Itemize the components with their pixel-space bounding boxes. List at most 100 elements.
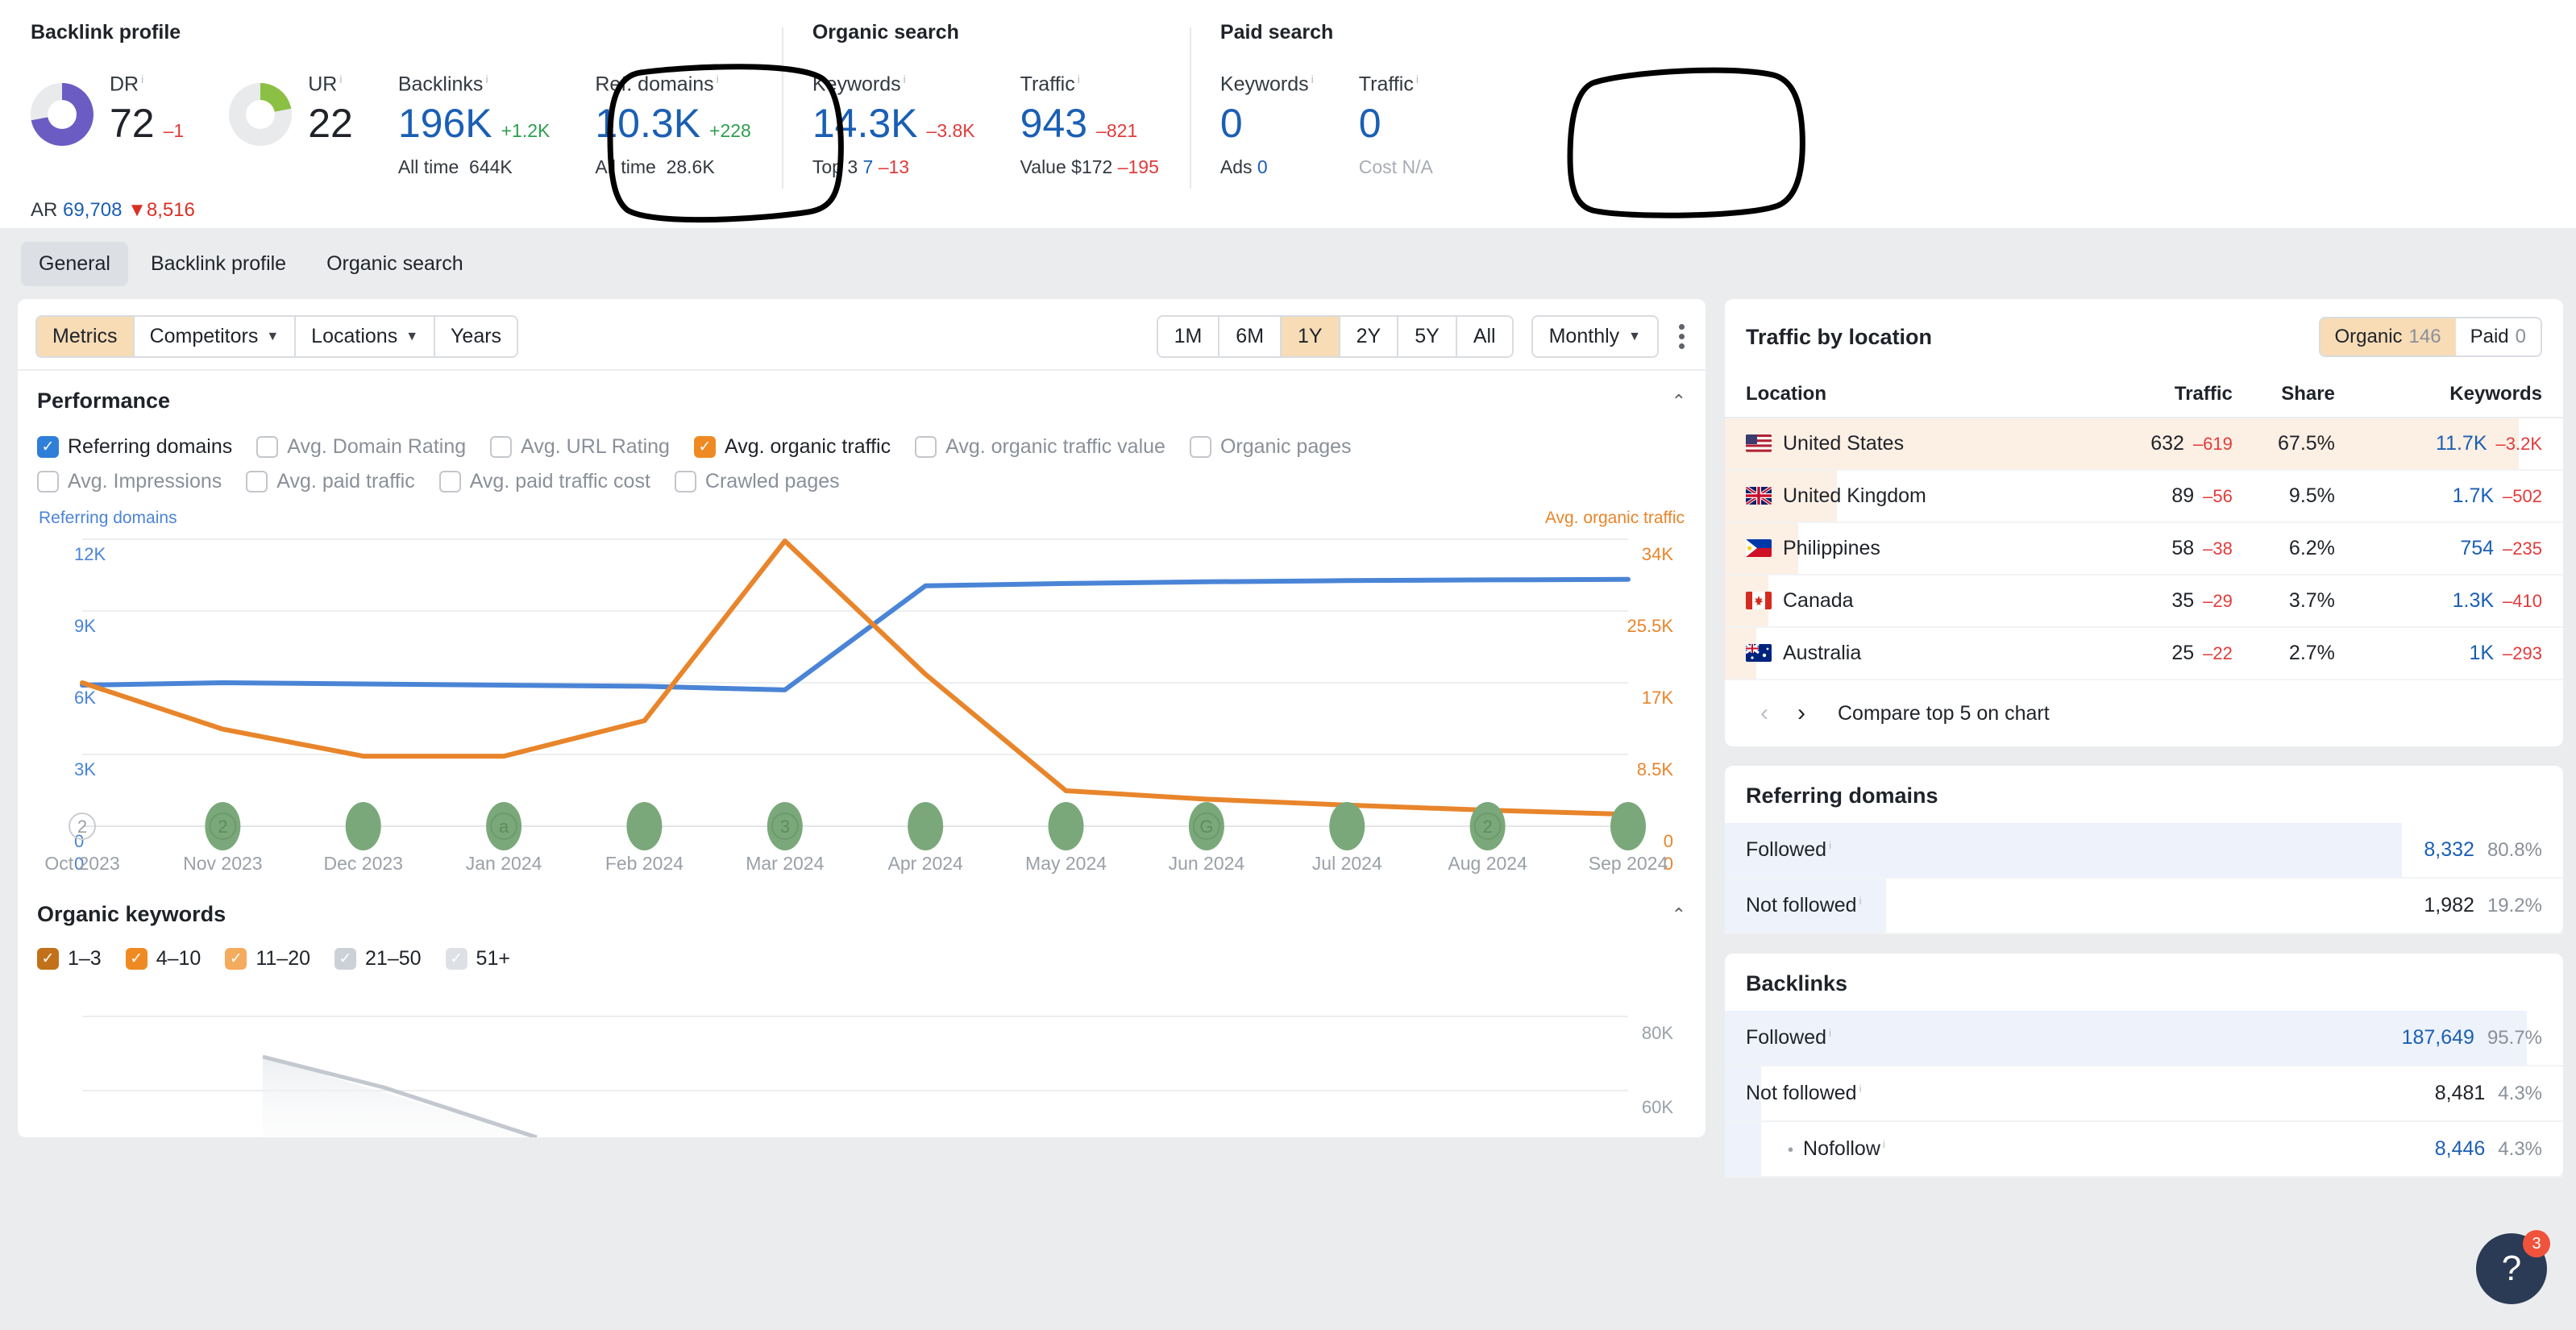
keyword-bucket-4-10[interactable]: ✓ 4–10 — [125, 941, 201, 976]
metric-checkbox-label: Avg. Impressions — [68, 470, 222, 493]
range-6m[interactable]: 6M — [1219, 317, 1282, 356]
range-1y[interactable]: 1Y — [1282, 317, 1340, 356]
tab-organic-search[interactable]: Organic search — [309, 242, 481, 286]
performance-line-chart[interactable]: 12K 34K9K 25.5K6K 17K3K 8.5K0 00 02Oct 20232No… — [37, 510, 1686, 881]
keyword-bucket-51-[interactable]: ✓ 51+ — [445, 941, 510, 976]
range-all[interactable]: All — [1456, 317, 1512, 356]
info-icon[interactable]: i — [1078, 73, 1080, 85]
kv-percent: 4.3% — [2498, 1138, 2542, 1160]
info-icon[interactable]: i — [1311, 73, 1314, 85]
info-icon[interactable]: i — [717, 73, 719, 85]
keywords-value[interactable]: 1K — [2469, 642, 2494, 664]
kv-value[interactable]: 187,649 — [2402, 1026, 2474, 1049]
kv-value[interactable]: 8,446 — [2435, 1137, 2486, 1161]
pager-prev-icon[interactable]: ‹ — [1746, 701, 1783, 725]
keywords-value[interactable]: 1.7K — [2453, 484, 2494, 507]
info-icon[interactable]: i — [904, 73, 906, 85]
keyword-bucket-label: 11–20 — [256, 947, 311, 970]
toggle-paid[interactable]: Paid 0 — [2455, 318, 2541, 355]
filter-metrics[interactable]: Metrics — [37, 317, 135, 356]
organic-keywords-area-chart[interactable]: 80K 60K — [37, 984, 1686, 1137]
info-icon[interactable]: i — [1859, 1083, 1862, 1095]
update-marker-bubble[interactable] — [1610, 802, 1646, 850]
keyword-bucket-1-3[interactable]: ✓ 1–3 — [37, 941, 102, 976]
table-row[interactable]: United States 632 –619 67.5% 11.7K –3.2K — [1725, 418, 2563, 471]
info-icon[interactable]: i — [339, 73, 342, 85]
metric-checkbox-referring-domains[interactable]: ✓ Referring domains — [37, 430, 232, 464]
filter-locations[interactable]: Locations ▼ — [296, 317, 436, 356]
frequency-dropdown[interactable]: Monthly ▼ — [1531, 315, 1659, 358]
chart-right-axis-label[interactable]: Avg. organic traffic — [1545, 509, 1685, 528]
info-icon[interactable]: i — [1883, 1138, 1885, 1150]
traffic-value: 89 — [2171, 484, 2195, 507]
metric-checkbox-avg-impressions[interactable]: Avg. Impressions — [37, 464, 222, 499]
table-row[interactable]: Australia 25 –22 2.7% 1K –293 — [1725, 627, 2563, 680]
paid-traffic-value[interactable]: 0 — [1359, 103, 1381, 143]
backlinks-value[interactable]: 196K — [398, 103, 492, 143]
kv-row[interactable]: • Nofollow i 8,446 4.3% — [1725, 1122, 2563, 1178]
range-2y[interactable]: 2Y — [1340, 317, 1399, 356]
organic-keywords-label: Keywords i — [812, 73, 906, 96]
range-1m[interactable]: 1M — [1157, 317, 1220, 356]
update-marker-bubble[interactable] — [345, 802, 381, 850]
keywords-value[interactable]: 11.7K — [2436, 432, 2487, 455]
ahrefs-rank-value[interactable]: 69,708 — [63, 199, 122, 221]
kv-value: 8,481 — [2434, 1082, 2486, 1104]
chart-series-referring-domains[interactable] — [80, 576, 1631, 692]
info-icon[interactable]: i — [1416, 73, 1419, 85]
metric-checkbox-avg-organic-traffic[interactable]: ✓ Avg. organic traffic — [693, 430, 891, 464]
bullet-icon: • — [1788, 1141, 1794, 1159]
organic-keywords-value[interactable]: 14.3K — [812, 103, 918, 143]
annotation-circle-traffic — [1567, 67, 1805, 218]
help-button[interactable]: ? 3 — [2476, 1230, 2550, 1304]
metric-checkbox-avg-url-rating[interactable]: Avg. URL Rating — [490, 430, 670, 464]
metric-checkbox-avg-paid-traffic[interactable]: Avg. paid traffic — [246, 464, 415, 499]
metric-checkbox-crawled-pages[interactable]: Crawled pages — [674, 464, 840, 499]
info-icon[interactable]: i — [485, 73, 488, 85]
compare-top5-link[interactable]: Compare top 5 on chart — [1838, 702, 2050, 725]
left-axis-tick: 3K — [74, 759, 96, 779]
kv-row[interactable]: Not followed i 1,982 19.2% — [1725, 879, 2563, 934]
more-options-button[interactable] — [1678, 324, 1685, 349]
filter-competitors[interactable]: Competitors ▼ — [134, 317, 297, 356]
metric-checkbox-label: Avg. organic traffic value — [945, 435, 1165, 458]
table-row[interactable]: Philippines 58 –38 6.2% 754 –235 — [1725, 522, 2563, 576]
update-marker-bubble[interactable] — [1329, 802, 1365, 850]
kv-row[interactable]: Not followed i 8,481 4.3% — [1725, 1066, 2563, 1122]
metric-checkbox-avg-organic-traffic-value[interactable]: Avg. organic traffic value — [915, 430, 1165, 464]
collapse-performance-icon[interactable]: ⌃ — [1672, 391, 1686, 412]
chart-left-axis-label[interactable]: Referring domains — [39, 509, 177, 528]
filter-years[interactable]: Years — [435, 317, 517, 356]
range-5y[interactable]: 5Y — [1398, 317, 1457, 356]
keywords-value[interactable]: 754 — [2460, 537, 2494, 559]
metric-checkbox-avg-domain-rating[interactable]: Avg. Domain Rating — [256, 430, 466, 464]
toggle-organic[interactable]: Organic 146 — [2320, 318, 2456, 355]
kv-row[interactable]: Followed i 187,649 95.7% — [1725, 1011, 2563, 1066]
update-marker-bubble[interactable] — [626, 802, 663, 850]
update-marker-bubble[interactable] — [908, 802, 944, 850]
tab-backlink-profile[interactable]: Backlink profile — [133, 242, 304, 286]
table-row[interactable]: Canada 35 –29 3.7% 1.3K –410 — [1725, 575, 2563, 628]
share-value: 3.7% — [2288, 589, 2335, 612]
update-marker-bubble[interactable] — [1048, 802, 1084, 850]
pager-next-icon[interactable]: › — [1783, 701, 1820, 725]
info-icon[interactable]: i — [1829, 1027, 1831, 1039]
tab-general[interactable]: General — [21, 241, 128, 286]
keyword-bucket-11-20[interactable]: ✓ 11–20 — [225, 941, 310, 976]
info-icon[interactable]: i — [1829, 839, 1831, 851]
table-row[interactable]: United Kingdom 89 –56 9.5% 1.7K –502 — [1725, 470, 2563, 523]
metric-checkbox-organic-pages[interactable]: Organic pages — [1189, 430, 1352, 464]
kv-value[interactable]: 8,332 — [2424, 838, 2474, 862]
kv-row[interactable]: Followed i 8,332 80.8% — [1725, 823, 2563, 879]
info-icon[interactable]: i — [1859, 895, 1862, 907]
keyword-bucket-21-50[interactable]: ✓ 21–50 — [334, 941, 422, 976]
keywords-value[interactable]: 1.3K — [2453, 589, 2494, 612]
collapse-organic-keywords-icon[interactable]: ⌃ — [1672, 904, 1686, 925]
metric-checkbox-avg-paid-traffic-cost[interactable]: Avg. paid traffic cost — [438, 464, 650, 499]
backlinks-metric: Backlinks i 196K +1.2K All time 644K — [398, 73, 551, 178]
share-value: 67.5% — [2278, 432, 2335, 455]
organic-traffic-value[interactable]: 943 — [1020, 103, 1087, 143]
info-icon[interactable]: i — [141, 73, 143, 85]
ref-domains-value[interactable]: 10.3K — [595, 103, 700, 143]
paid-keywords-value[interactable]: 0 — [1220, 103, 1243, 143]
